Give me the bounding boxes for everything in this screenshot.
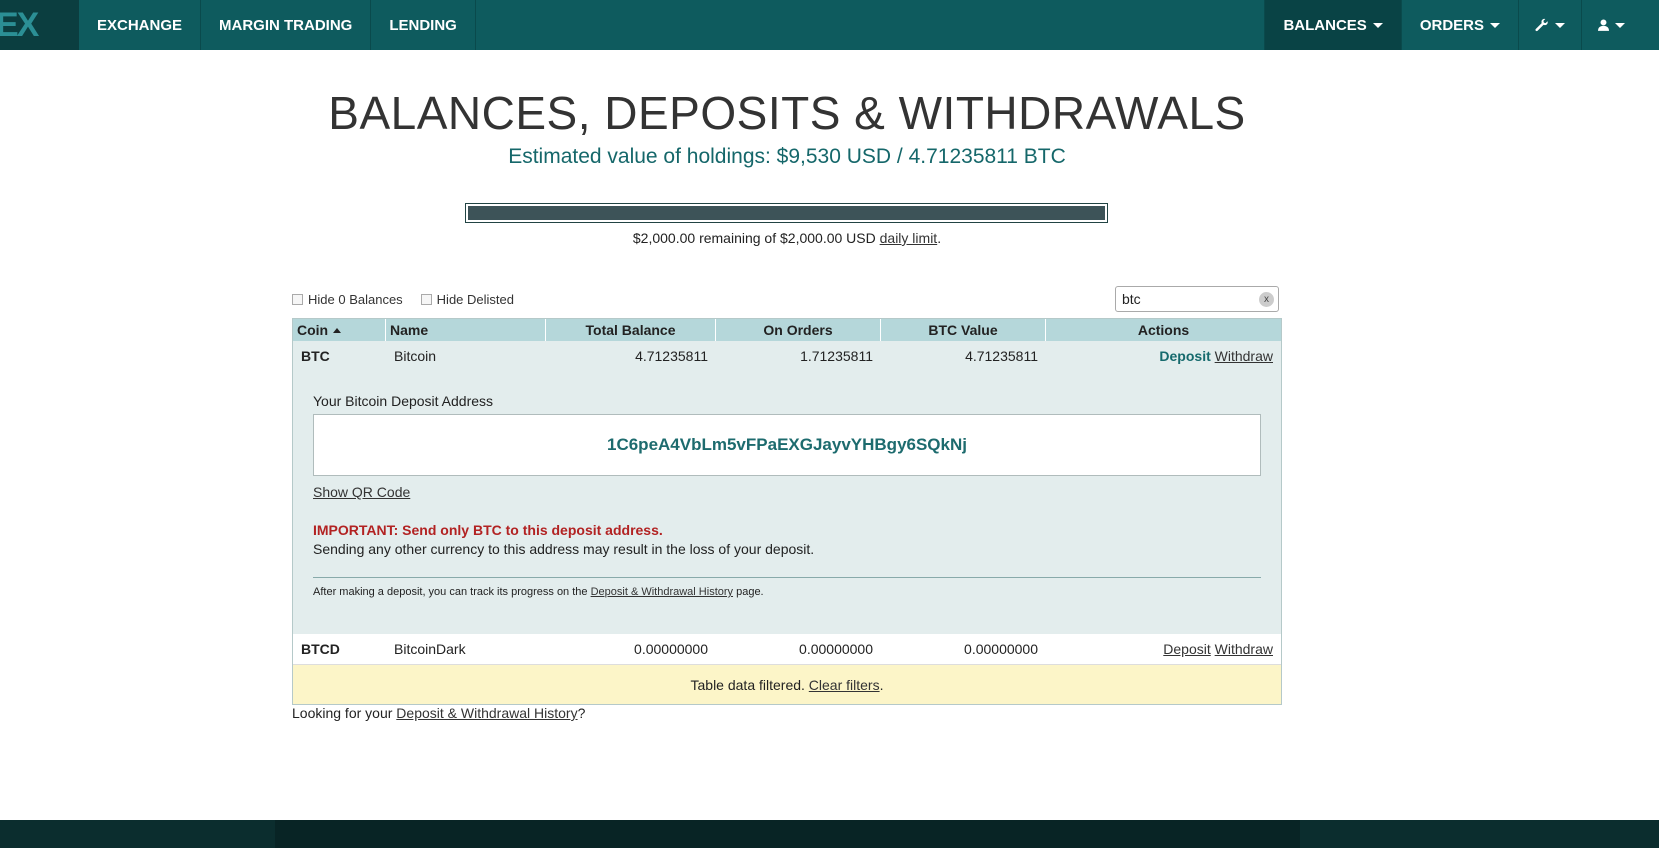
history-prompt-link[interactable]: Deposit & Withdrawal History <box>396 705 577 721</box>
table-row[interactable]: BTC Bitcoin 4.71235811 1.71235811 4.7123… <box>293 341 1281 371</box>
deposit-important-notice: IMPORTANT: Send only BTC to this deposit… <box>313 522 663 538</box>
user-icon <box>1598 19 1609 31</box>
hide-delisted-toggle[interactable]: Hide Delisted <box>420 292 514 307</box>
withdraw-link[interactable]: Withdraw <box>1215 641 1273 657</box>
deposit-panel: Your Bitcoin Deposit Address 1C6peA4VbLm… <box>293 371 1281 634</box>
on-orders-cell: 0.00000000 <box>799 641 873 657</box>
coin-cell: BTCD <box>301 641 340 657</box>
clear-search-icon[interactable]: x <box>1259 292 1274 307</box>
header-coin[interactable]: Coin <box>293 319 386 341</box>
daily-limit-fill <box>468 206 1105 220</box>
history-link[interactable]: Deposit & Withdrawal History <box>591 586 733 598</box>
table-row[interactable]: BTCD BitcoinDark 0.00000000 0.00000000 0… <box>293 634 1281 664</box>
holdings-estimate: Estimated value of holdings: $9,530 USD … <box>508 145 1066 168</box>
balances-table: Coin Name Total Balance On Orders BTC Va… <box>292 318 1282 705</box>
daily-limit-link[interactable]: daily limit <box>880 230 938 246</box>
nav-exchange[interactable]: EXCHANGE <box>79 0 202 50</box>
filter-notice-period: . <box>879 676 884 693</box>
nav-lending[interactable]: LENDING <box>371 0 476 50</box>
coin-search-input[interactable]: btc <box>1115 286 1279 312</box>
show-qr-code-link[interactable]: Show QR Code <box>313 484 410 500</box>
footer-inner <box>275 820 1300 848</box>
withdraw-link[interactable]: Withdraw <box>1215 348 1273 364</box>
hide-delisted-label: Hide Delisted <box>436 292 514 307</box>
chevron-down-icon <box>1490 22 1500 28</box>
filter-notice: Table data filtered. Clear filters. <box>293 664 1281 704</box>
header-actions: Actions <box>1137 322 1190 338</box>
top-nav: EX EXCHANGE MARGIN TRADING LENDING BALAN… <box>0 0 1659 50</box>
deposit-link[interactable]: Deposit <box>1163 641 1210 657</box>
history-prompt-pre: Looking for your <box>292 705 397 721</box>
on-orders-cell: 1.71235811 <box>800 348 873 364</box>
total-balance-cell: 0.00000000 <box>634 641 708 657</box>
name-cell: BitcoinDark <box>394 641 466 657</box>
page-title: BALANCES, DEPOSITS & WITHDRAWALS <box>328 87 1246 139</box>
deposit-warning: Sending any other currency to this addre… <box>313 541 815 557</box>
nav-tools[interactable] <box>1518 0 1581 50</box>
daily-limit-period: . <box>937 230 942 246</box>
deposit-address[interactable]: 1C6peA4VbLm5vFPaEXGJayvYHBgy6SQkNj <box>313 414 1261 476</box>
divider <box>313 577 1261 578</box>
track-note-post: page. <box>733 586 764 598</box>
footer <box>0 820 1659 848</box>
header-name[interactable]: Name <box>386 319 546 341</box>
actions-cell: Deposit Withdraw <box>1046 641 1281 657</box>
logo[interactable]: EX <box>0 0 79 50</box>
chevron-down-icon <box>1555 22 1565 28</box>
nav-orders[interactable]: ORDERS <box>1400 0 1518 50</box>
wrench-icon <box>1535 18 1548 32</box>
hide-zero-label: Hide 0 Balances <box>308 292 403 307</box>
actions-cell: Deposit Withdraw <box>1046 348 1281 364</box>
deposit-tracking-note: After making a deposit, you can track it… <box>313 586 1261 598</box>
nav-margin-trading[interactable]: MARGIN TRADING <box>201 0 372 50</box>
hide-delisted-checkbox[interactable] <box>420 294 432 305</box>
btc-value-cell: 0.00000000 <box>964 641 1038 657</box>
clear-filters-link[interactable]: Clear filters <box>809 677 880 693</box>
btc-value-cell: 4.71235811 <box>965 348 1038 364</box>
table-filters: Hide 0 Balances Hide Delisted <box>292 292 514 307</box>
deposit-address-label: Your Bitcoin Deposit Address <box>313 393 494 409</box>
filter-notice-text: Table data filtered. <box>690 676 805 693</box>
hide-zero-checkbox[interactable] <box>292 294 303 305</box>
nav-balances[interactable]: BALANCES <box>1264 0 1401 50</box>
track-note-pre: After making a deposit, you can track it… <box>313 586 591 598</box>
history-prompt-post: ? <box>577 705 586 721</box>
history-prompt: Looking for your Deposit & Withdrawal Hi… <box>292 705 585 721</box>
sort-ascending-icon <box>333 327 342 333</box>
nav-orders-label: ORDERS <box>1419 16 1484 34</box>
nav-account[interactable] <box>1581 0 1641 50</box>
table-header: Coin Name Total Balance On Orders BTC Va… <box>293 319 1281 341</box>
total-balance-cell: 4.71235811 <box>635 348 708 364</box>
chevron-down-icon <box>1615 22 1625 28</box>
header-btc-value[interactable]: BTC Value <box>881 319 1046 341</box>
header-coin-label: Coin <box>297 322 329 338</box>
name-cell: Bitcoin <box>394 348 437 364</box>
chevron-down-icon <box>1372 22 1383 28</box>
daily-limit-remaining: $2,000.00 remaining of $2,000.00 USD <box>632 230 880 246</box>
header-total-balance[interactable]: Total Balance <box>546 319 716 341</box>
coin-cell: BTC <box>301 348 330 364</box>
header-on-orders[interactable]: On Orders <box>716 319 881 341</box>
daily-limit-bar <box>465 203 1108 223</box>
deposit-link[interactable]: Deposit <box>1159 348 1210 364</box>
daily-limit-text: $2,000.00 remaining of $2,000.00 USD dai… <box>0 230 1574 246</box>
nav-balances-label: BALANCES <box>1283 16 1367 34</box>
hide-zero-balances-toggle[interactable]: Hide 0 Balances <box>292 292 403 307</box>
